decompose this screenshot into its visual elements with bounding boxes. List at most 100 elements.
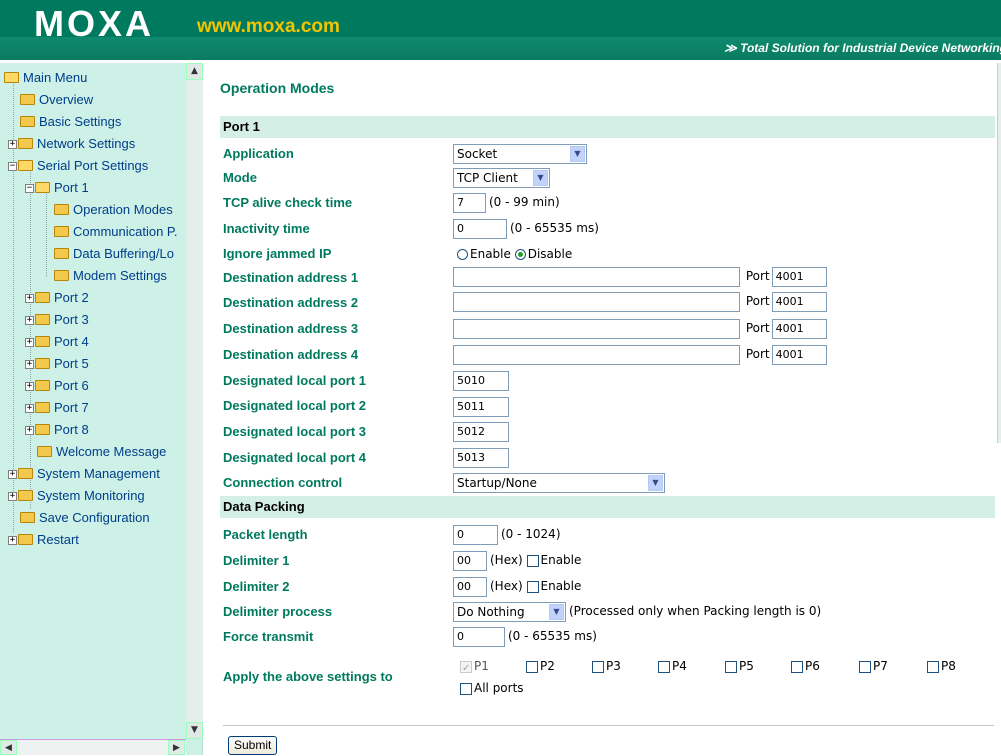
label-packet-length: Packet length [223, 527, 308, 542]
expand-icon[interactable]: + [25, 316, 34, 326]
label-delimiter-2: Delimiter 2 [223, 579, 290, 594]
expand-icon[interactable]: + [25, 294, 34, 304]
sidebar-vertical-scrollbar[interactable]: ▲ ▼ [186, 63, 203, 739]
expand-icon[interactable]: + [8, 536, 17, 546]
menu-serial-port-settings[interactable]: − Serial Port Settings [8, 156, 148, 176]
scroll-up-icon[interactable]: ▲ [186, 63, 203, 80]
scroll-left-icon[interactable]: ◀ [0, 740, 17, 755]
collapse-icon[interactable]: − [8, 162, 17, 172]
menu-port-1[interactable]: − Port 1 [25, 178, 89, 198]
expand-icon[interactable]: + [8, 470, 17, 480]
menu-port-2[interactable]: + Port 2 [25, 288, 89, 308]
folder-icon [20, 94, 35, 106]
menu-main[interactable]: Main Menu [4, 68, 87, 88]
label-apply-settings: Apply the above settings to [223, 669, 393, 684]
local-port-3-input[interactable]: 5012 [453, 421, 509, 442]
apply-p2-checkbox[interactable] [526, 660, 538, 673]
dest-address-4-input[interactable] [453, 344, 740, 365]
delimiter-2-enable-checkbox[interactable] [526, 580, 539, 593]
folder-icon [20, 512, 35, 524]
menu-network-settings[interactable]: + Network Settings [8, 134, 135, 154]
apply-p6-checkbox[interactable] [791, 660, 803, 673]
apply-p7-checkbox[interactable] [859, 660, 871, 673]
dest-address-1-input[interactable] [453, 266, 740, 287]
menu-port-7[interactable]: + Port 7 [25, 398, 89, 418]
label-tcp-alive: TCP alive check time [223, 195, 353, 210]
apply-p4-checkbox[interactable] [658, 660, 670, 673]
menu-communication-parameters[interactable]: Communication P. [54, 222, 178, 242]
delimiter-process-select[interactable]: Do Nothing ▼ [453, 601, 566, 622]
label-local-port-1: Designated local port 1 [223, 373, 367, 388]
local-port-1-input[interactable]: 5010 [453, 370, 509, 391]
submit-button[interactable]: Submit [228, 736, 278, 755]
menu-port-4[interactable]: + Port 4 [25, 332, 89, 352]
folder-open-icon [35, 182, 50, 194]
menu-overview[interactable]: Overview [20, 90, 93, 110]
sidebar-horizontal-scrollbar[interactable]: ◀ ▶ [0, 739, 186, 755]
expand-icon[interactable]: + [25, 426, 34, 436]
collapse-icon[interactable]: − [25, 184, 34, 194]
apply-p3-checkbox[interactable] [592, 660, 604, 673]
dest-address-2-input[interactable] [453, 291, 740, 312]
dest-port-1-input[interactable]: 4001 [771, 266, 827, 287]
expand-icon[interactable]: + [8, 140, 17, 150]
tcp-alive-input[interactable]: 7 [453, 192, 486, 213]
section-data-packing: Data Packing [220, 496, 995, 518]
folder-open-icon [4, 72, 19, 84]
label-delimiter-process: Delimiter process [223, 604, 333, 619]
label-force-transmit: Force transmit [223, 629, 314, 644]
apply-p8-checkbox[interactable] [927, 660, 939, 673]
divider [223, 725, 994, 726]
dest-port-2-input[interactable]: 4001 [771, 291, 827, 312]
menu-port-6[interactable]: + Port 6 [25, 376, 89, 396]
menu-modem-settings[interactable]: Modem Settings [54, 266, 167, 286]
ignore-ip-enable-radio[interactable] [457, 249, 468, 260]
local-port-4-input[interactable]: 5013 [453, 447, 509, 468]
force-transmit-input[interactable]: 0 [453, 626, 505, 647]
local-port-2-input[interactable]: 5011 [453, 396, 509, 417]
delimiter-2-input[interactable]: 00 [453, 576, 487, 597]
menu-system-monitoring[interactable]: + System Monitoring [8, 486, 145, 506]
folder-icon [54, 226, 69, 238]
menu-tree: Main Menu Overview Basic Settings + Netwo… [0, 63, 186, 739]
packet-length-input[interactable]: 0 [453, 524, 498, 545]
connection-control-select[interactable]: Startup/None ▼ [453, 472, 665, 493]
folder-icon [37, 446, 52, 458]
apply-p1-checkbox[interactable] [460, 659, 472, 679]
inactivity-input[interactable]: 0 [453, 218, 507, 239]
mode-select[interactable]: TCP Client ▼ [453, 167, 550, 188]
expand-icon[interactable]: + [25, 382, 34, 392]
main-content: Operation Modes Port 1 Application Socke… [203, 60, 1001, 755]
menu-system-management[interactable]: + System Management [8, 464, 160, 484]
dest-address-3-input[interactable] [453, 318, 740, 339]
expand-icon[interactable]: + [25, 404, 34, 414]
scroll-right-icon[interactable]: ▶ [168, 740, 185, 755]
expand-icon[interactable]: + [8, 492, 17, 502]
menu-restart[interactable]: + Restart [8, 530, 79, 550]
apply-p5-checkbox[interactable] [725, 660, 737, 673]
expand-icon[interactable]: + [25, 360, 34, 370]
menu-operation-modes[interactable]: Operation Modes [54, 200, 173, 220]
delimiter-1-input[interactable]: 00 [453, 550, 487, 571]
sidebar: Main Menu Overview Basic Settings + Netwo… [0, 63, 203, 755]
expand-icon[interactable]: + [25, 338, 34, 348]
website-link[interactable]: www.moxa.com [197, 15, 340, 39]
dest-port-3-input[interactable]: 4001 [771, 318, 827, 339]
menu-data-buffering[interactable]: Data Buffering/Lo [54, 244, 174, 264]
dest-port-4-input[interactable]: 4001 [771, 344, 827, 365]
folder-icon [54, 248, 69, 260]
menu-port-5[interactable]: + Port 5 [25, 354, 89, 374]
header-bar: ≫ Total Solution for Industrial Device N… [0, 37, 1001, 60]
menu-welcome-message[interactable]: Welcome Message [37, 442, 166, 462]
scroll-down-icon[interactable]: ▼ [186, 722, 203, 739]
application-select[interactable]: Socket ▼ [453, 143, 587, 164]
delimiter-1-enable-checkbox[interactable] [526, 554, 539, 567]
menu-save-configuration[interactable]: Save Configuration [20, 508, 150, 528]
apply-all-ports-checkbox[interactable] [460, 682, 472, 695]
menu-port-3[interactable]: + Port 3 [25, 310, 89, 330]
ignore-ip-disable-radio[interactable] [514, 249, 526, 260]
label-dest-3: Destination address 3 [223, 321, 359, 336]
folder-icon [18, 138, 33, 150]
menu-port-8[interactable]: + Port 8 [25, 420, 89, 440]
menu-basic-settings[interactable]: Basic Settings [20, 112, 121, 132]
